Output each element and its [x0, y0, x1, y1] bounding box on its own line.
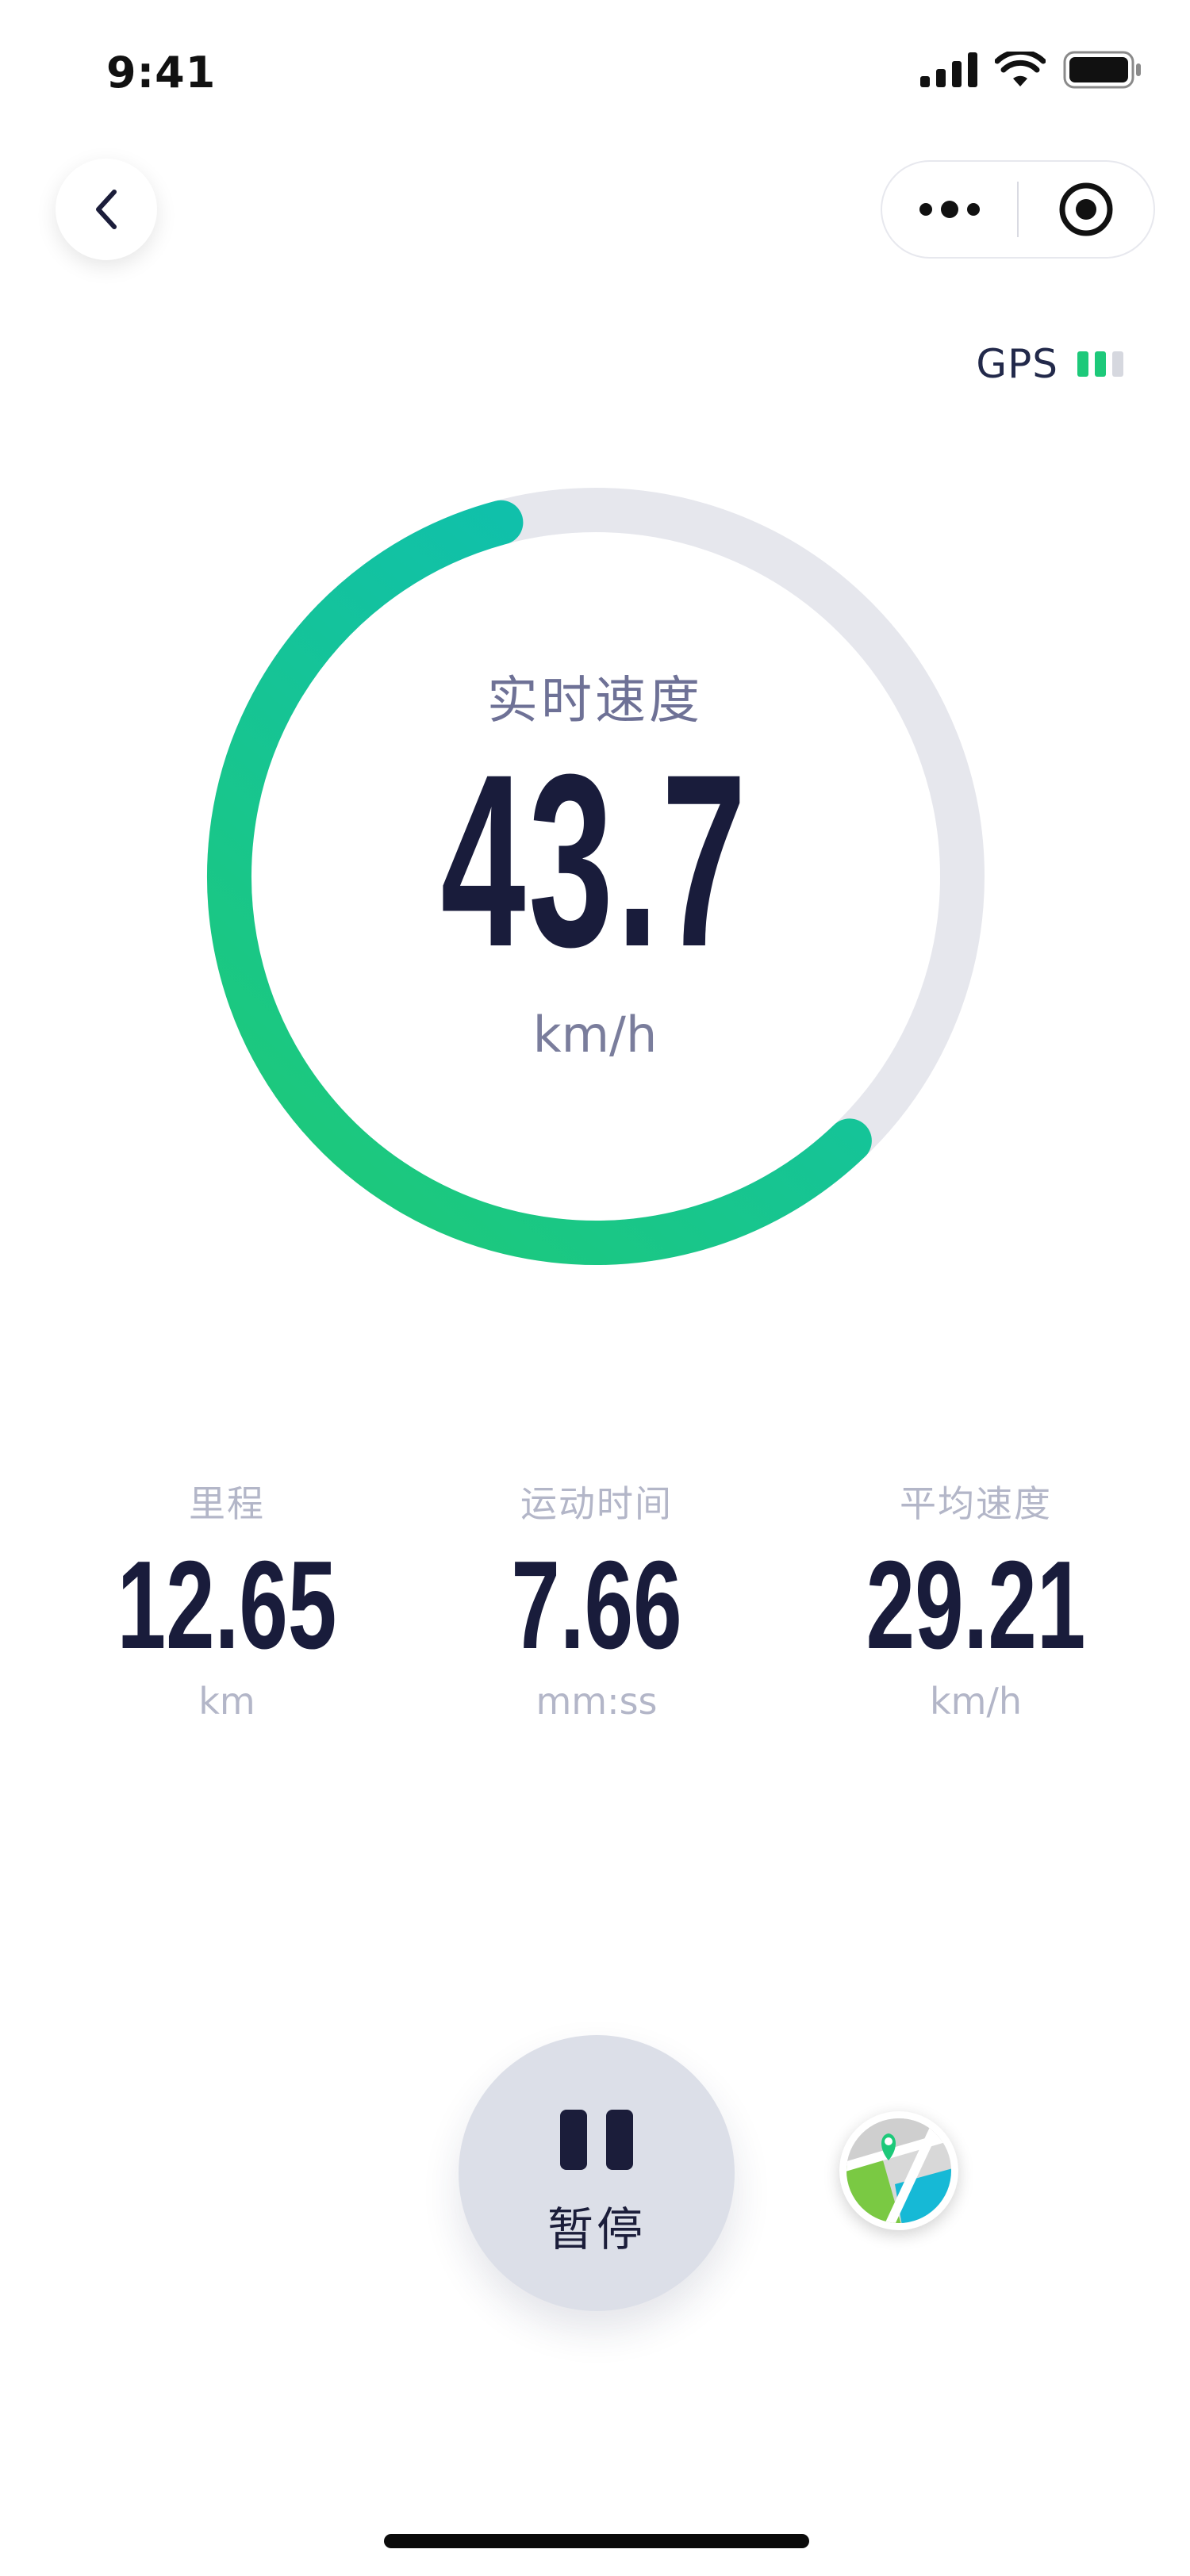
target-circle-icon	[1059, 182, 1113, 236]
stat-label: 运动时间	[520, 1482, 673, 1525]
stat-label: 平均速度	[900, 1482, 1052, 1525]
gps-label: GPS	[976, 341, 1058, 387]
battery-icon	[1063, 51, 1141, 89]
status-time: 9:41	[106, 48, 217, 98]
pause-icon	[560, 2110, 633, 2170]
current-speed-value: 43.7	[440, 723, 750, 998]
stat-duration: 运动时间 7.66 mm:ss	[438, 1475, 755, 1723]
stat-unit: km	[198, 1680, 255, 1723]
map-button[interactable]	[839, 2111, 958, 2230]
cellular-signal-icon	[920, 52, 977, 87]
current-speed-unit: km/h	[532, 1006, 658, 1064]
stat-distance: 里程 12.65 km	[68, 1475, 386, 1723]
stat-value: 29.21	[866, 1535, 1086, 1675]
pause-label: 暂停	[547, 2202, 646, 2256]
stat-unit: km/h	[929, 1680, 1023, 1723]
stat-value: 7.66	[511, 1535, 682, 1675]
close-button[interactable]	[1019, 162, 1154, 257]
more-dots-icon	[919, 201, 980, 218]
gps-signal-bars	[1077, 351, 1123, 377]
status-icons	[920, 51, 1142, 89]
home-indicator	[384, 2534, 809, 2548]
wifi-icon	[995, 52, 1046, 86]
stat-average-speed: 平均速度 29.21 km/h	[817, 1475, 1134, 1723]
gps-signal-bar	[1112, 351, 1123, 377]
stat-value: 12.65	[117, 1535, 337, 1675]
map-icon	[846, 2118, 951, 2223]
stat-label: 里程	[189, 1482, 265, 1525]
gps-indicator: GPS	[976, 341, 1123, 387]
gps-signal-bar	[1077, 351, 1088, 377]
mini-program-capsule	[881, 160, 1155, 259]
gps-signal-bar	[1095, 351, 1106, 377]
back-button[interactable]	[56, 159, 157, 260]
stat-unit: mm:ss	[536, 1680, 658, 1723]
chevron-left-icon	[96, 190, 117, 229]
more-button[interactable]	[882, 162, 1017, 257]
pause-button[interactable]	[459, 2035, 735, 2311]
